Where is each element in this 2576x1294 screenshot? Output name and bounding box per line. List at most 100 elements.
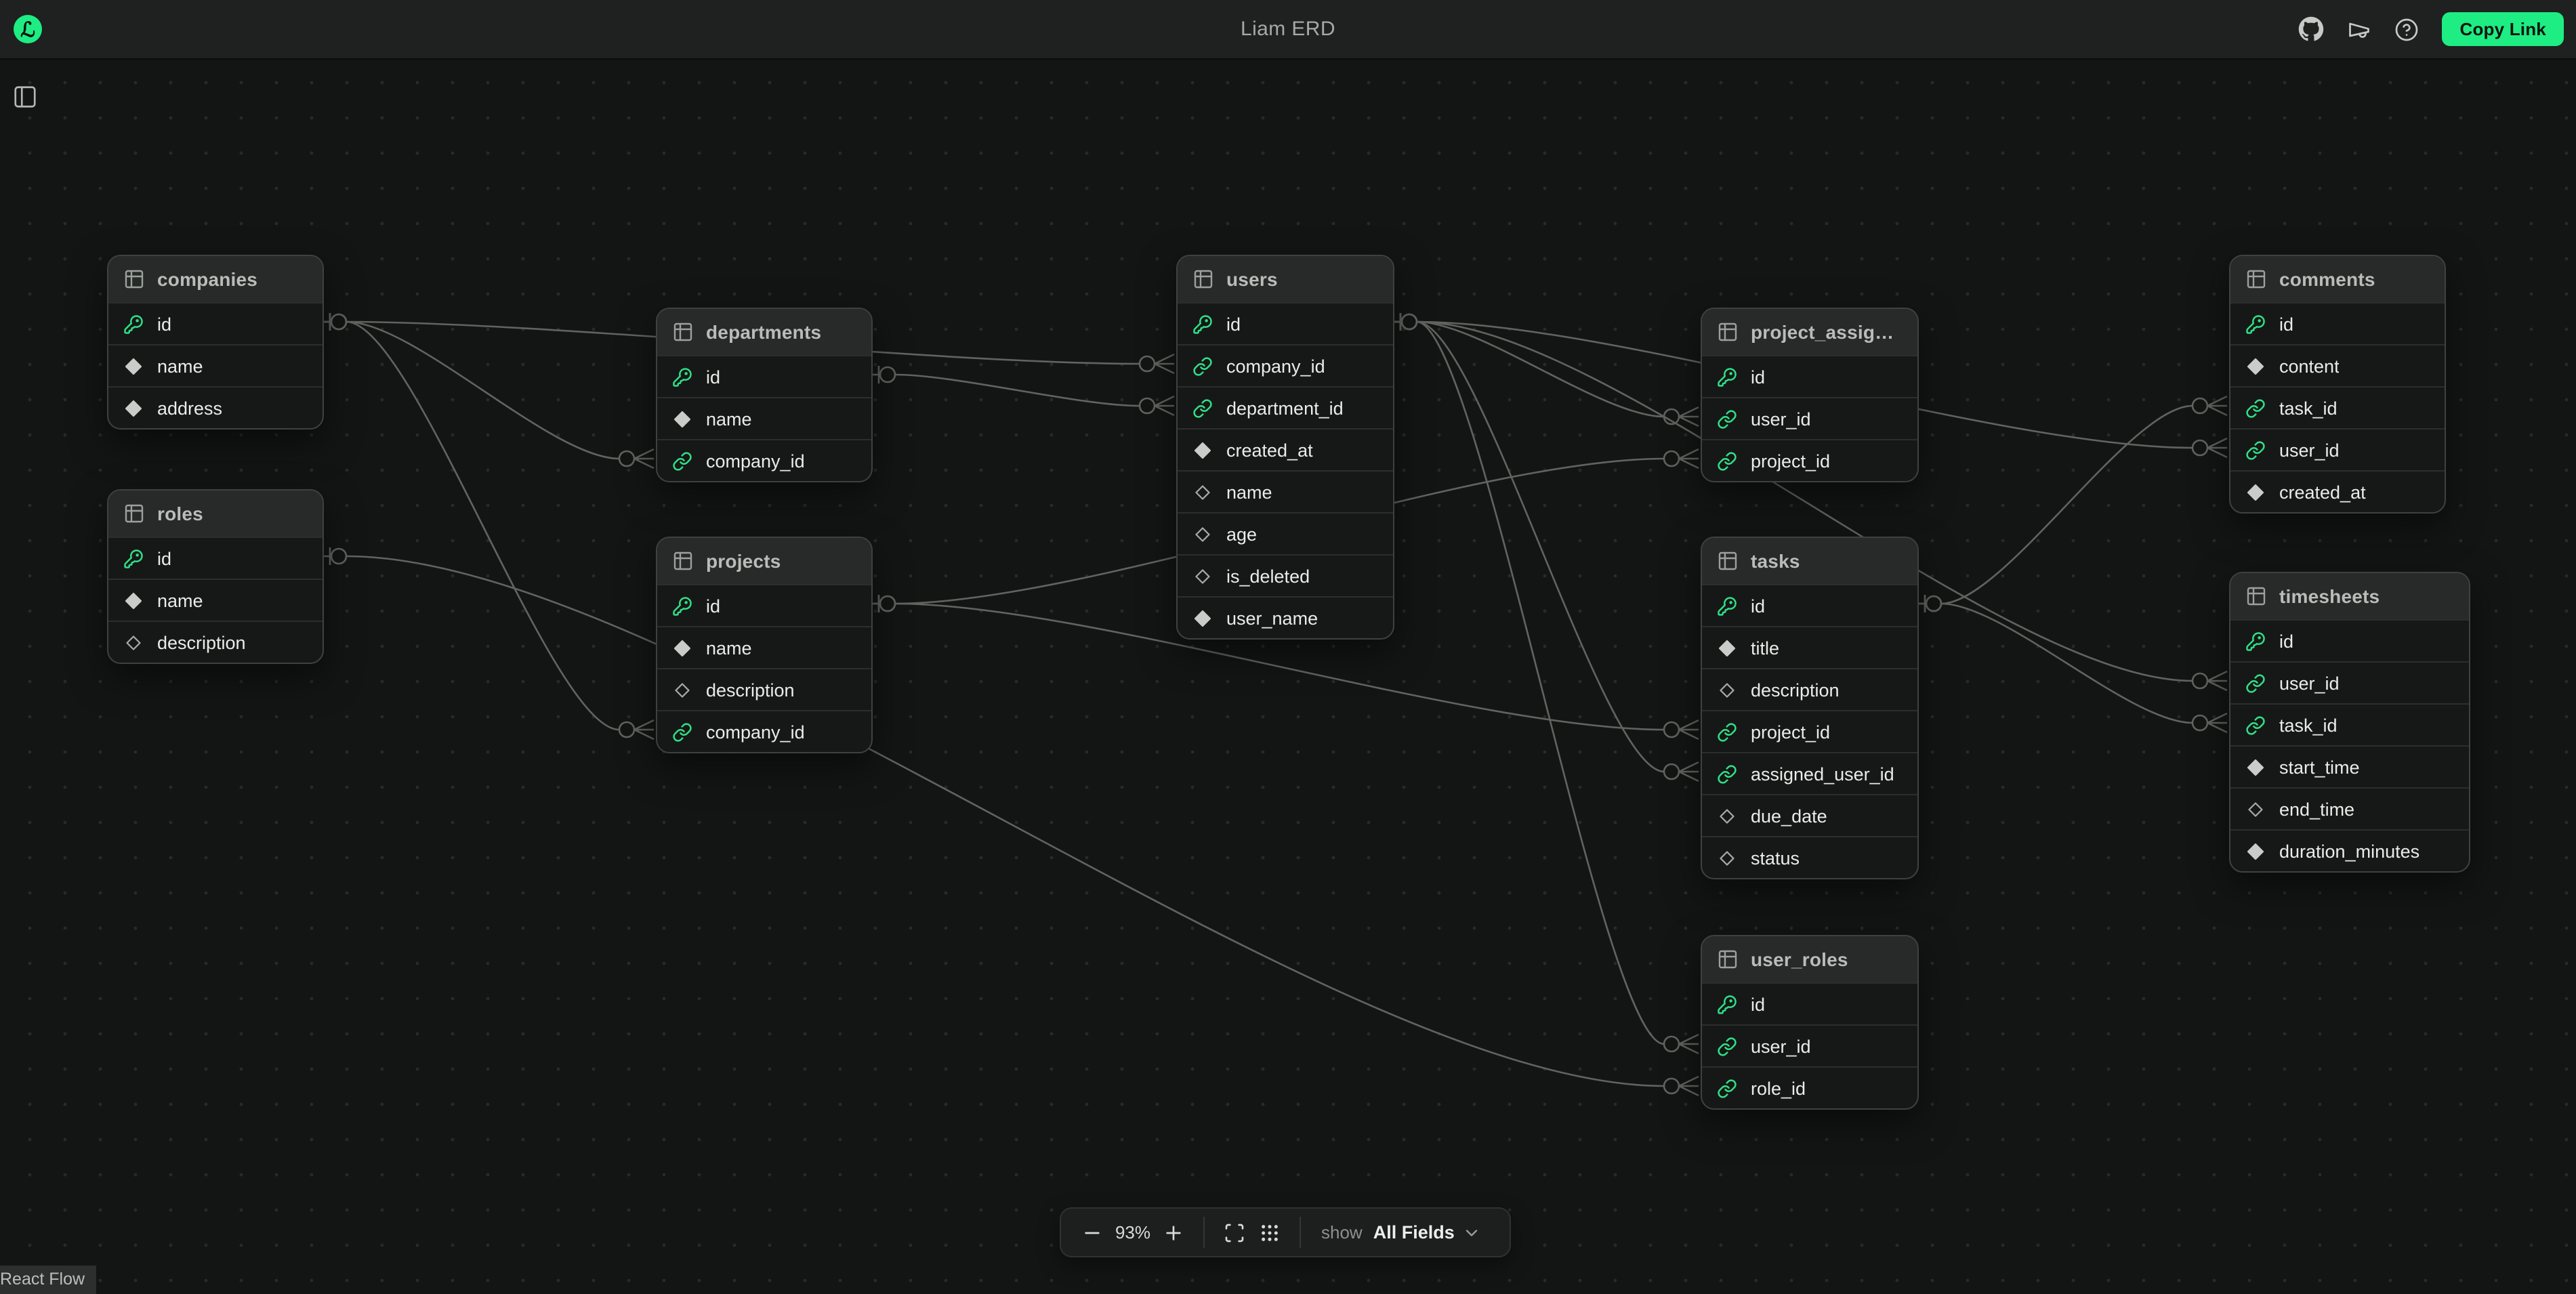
column-row-timesheets-task_id[interactable]: task_id [2230, 703, 2469, 745]
table-header-comments[interactable]: comments [2230, 256, 2445, 302]
column-row-roles-name[interactable]: name [108, 579, 323, 621]
column-row-roles-description[interactable]: description [108, 621, 323, 663]
column-row-users-is_deleted[interactable]: is_deleted [1178, 554, 1393, 596]
table-node-timesheets[interactable]: timesheetsiduser_idtask_idstart_timeend_… [2229, 572, 2470, 873]
column-row-project_assignments-project_id[interactable]: project_id [1702, 439, 1917, 481]
column-name: description [157, 632, 246, 652]
table-header-departments[interactable]: departments [657, 309, 871, 355]
tidy-up-grid-button[interactable] [1252, 1215, 1287, 1250]
table-name: projects [706, 550, 781, 572]
zoom-in-button[interactable] [1156, 1215, 1191, 1250]
table-node-departments[interactable]: departmentsidnamecompany_id [656, 308, 873, 482]
table-header-projects[interactable]: projects [657, 538, 871, 584]
not-null-diamond-icon [2245, 482, 2266, 502]
fields-filter-dropdown[interactable]: All Fields [1373, 1222, 1482, 1243]
column-row-user_roles-role_id[interactable]: role_id [1702, 1066, 1917, 1108]
column-row-timesheets-end_time[interactable]: end_time [2230, 787, 2469, 829]
column-row-project_assignments-user_id[interactable]: user_id [1702, 397, 1917, 439]
column-row-tasks-title[interactable]: title [1702, 626, 1917, 668]
column-row-comments-created_at[interactable]: created_at [2230, 470, 2445, 512]
column-row-project_assignments-id[interactable]: id [1702, 355, 1917, 397]
column-row-tasks-project_id[interactable]: project_id [1702, 710, 1917, 752]
column-row-comments-user_id[interactable]: user_id [2230, 428, 2445, 470]
column-name: due_date [1751, 806, 1827, 826]
column-row-companies-name[interactable]: name [108, 344, 323, 386]
table-header-project_assignments[interactable]: project_assignments [1702, 309, 1917, 355]
help-icon[interactable] [2395, 17, 2419, 41]
table-header-tasks[interactable]: tasks [1702, 538, 1917, 584]
megaphone-icon[interactable] [2348, 17, 2372, 41]
column-row-departments-name[interactable]: name [657, 397, 871, 439]
column-row-tasks-assigned_user_id[interactable]: assigned_user_id [1702, 752, 1917, 794]
column-row-users-company_id[interactable]: company_id [1178, 344, 1393, 386]
table-header-companies[interactable]: companies [108, 256, 323, 302]
column-row-user_roles-id[interactable]: id [1702, 982, 1917, 1024]
column-row-projects-description[interactable]: description [657, 668, 871, 710]
table-header-roles[interactable]: roles [108, 491, 323, 537]
column-name: id [1751, 367, 1765, 387]
column-row-timesheets-id[interactable]: id [2230, 619, 2469, 661]
table-node-user_roles[interactable]: user_rolesiduser_idrole_id [1701, 935, 1919, 1110]
column-row-projects-id[interactable]: id [657, 584, 871, 626]
column-row-timesheets-start_time[interactable]: start_time [2230, 745, 2469, 787]
column-name: assigned_user_id [1751, 764, 1894, 784]
column-row-tasks-status[interactable]: status [1702, 836, 1917, 878]
column-row-tasks-id[interactable]: id [1702, 584, 1917, 626]
column-row-comments-id[interactable]: id [2230, 302, 2445, 344]
column-row-users-department_id[interactable]: department_id [1178, 386, 1393, 428]
table-node-comments[interactable]: commentsidcontenttask_iduser_idcreated_a… [2229, 255, 2446, 514]
panel-left-toggle-icon[interactable] [12, 84, 38, 110]
column-row-projects-company_id[interactable]: company_id [657, 710, 871, 752]
table-icon [2245, 268, 2267, 290]
edge-tasks-id-to-comments-task_id [1919, 396, 2227, 612]
table-node-projects[interactable]: projects idname description company_id [656, 537, 873, 753]
column-row-timesheets-duration_minutes[interactable]: duration_minutes [2230, 829, 2469, 871]
column-row-comments-task_id[interactable]: task_id [2230, 386, 2445, 428]
zoom-out-button[interactable] [1075, 1215, 1110, 1250]
column-row-users-id[interactable]: id [1178, 302, 1393, 344]
table-node-tasks[interactable]: tasksidtitledescriptionproject_idassigne… [1701, 537, 1919, 879]
app-window: ℒ Liam ERD Copy Link [0, 0, 2576, 1294]
column-row-comments-content[interactable]: content [2230, 344, 2445, 386]
foreign-key-link-icon [1717, 722, 1737, 742]
react-flow-attribution[interactable]: React Flow [0, 1266, 96, 1294]
table-node-roles[interactable]: rolesidname description [107, 489, 324, 664]
column-row-users-user_name[interactable]: user_name [1178, 596, 1393, 638]
column-row-users-created_at[interactable]: created_at [1178, 428, 1393, 470]
column-name: name [157, 356, 203, 376]
copy-link-button[interactable]: Copy Link [2443, 12, 2564, 46]
column-row-user_roles-user_id[interactable]: user_id [1702, 1024, 1917, 1066]
cardinality-many-circle [2193, 715, 2207, 730]
cardinality-many-circle [1664, 451, 1679, 466]
foreign-key-link-icon [672, 451, 692, 471]
github-icon[interactable] [2299, 16, 2325, 42]
column-name: status [1751, 848, 1800, 868]
column-row-departments-id[interactable]: id [657, 355, 871, 397]
cardinality-one-circle [331, 549, 346, 564]
column-row-tasks-description[interactable]: description [1702, 668, 1917, 710]
column-row-users-name[interactable]: name [1178, 470, 1393, 512]
column-row-users-age[interactable]: age [1178, 512, 1393, 554]
column-row-companies-id[interactable]: id [108, 302, 323, 344]
column-row-projects-name[interactable]: name [657, 626, 871, 668]
edge-companies-id-to-departments-company_id [324, 313, 654, 468]
table-header-timesheets[interactable]: timesheets [2230, 573, 2469, 619]
table-node-users[interactable]: users id company_iddepartment_idcreated_at… [1176, 255, 1394, 640]
column-name: description [706, 680, 795, 700]
crow-foot-marker [2207, 713, 2227, 732]
table-header-users[interactable]: users [1178, 256, 1393, 302]
column-row-departments-company_id[interactable]: company_id [657, 439, 871, 481]
column-name: id [1226, 314, 1241, 334]
edge-companies-id-to-projects-company_id [324, 313, 654, 739]
crow-foot-marker [1679, 1077, 1699, 1095]
fit-view-button[interactable] [1217, 1215, 1252, 1250]
column-row-tasks-due_date[interactable]: due_date [1702, 794, 1917, 836]
column-row-timesheets-user_id[interactable]: user_id [2230, 661, 2469, 703]
table-header-user_roles[interactable]: user_roles [1702, 936, 1917, 982]
column-row-companies-address[interactable]: address [108, 386, 323, 428]
column-row-roles-id[interactable]: id [108, 537, 323, 579]
nullable-diamond-icon [1192, 482, 1213, 502]
foreign-key-link-icon [2245, 398, 2266, 418]
table-node-companies[interactable]: companiesid name address [107, 255, 324, 430]
table-node-project_assignments[interactable]: project_assignmentsid user_idproject_id [1701, 308, 1919, 482]
